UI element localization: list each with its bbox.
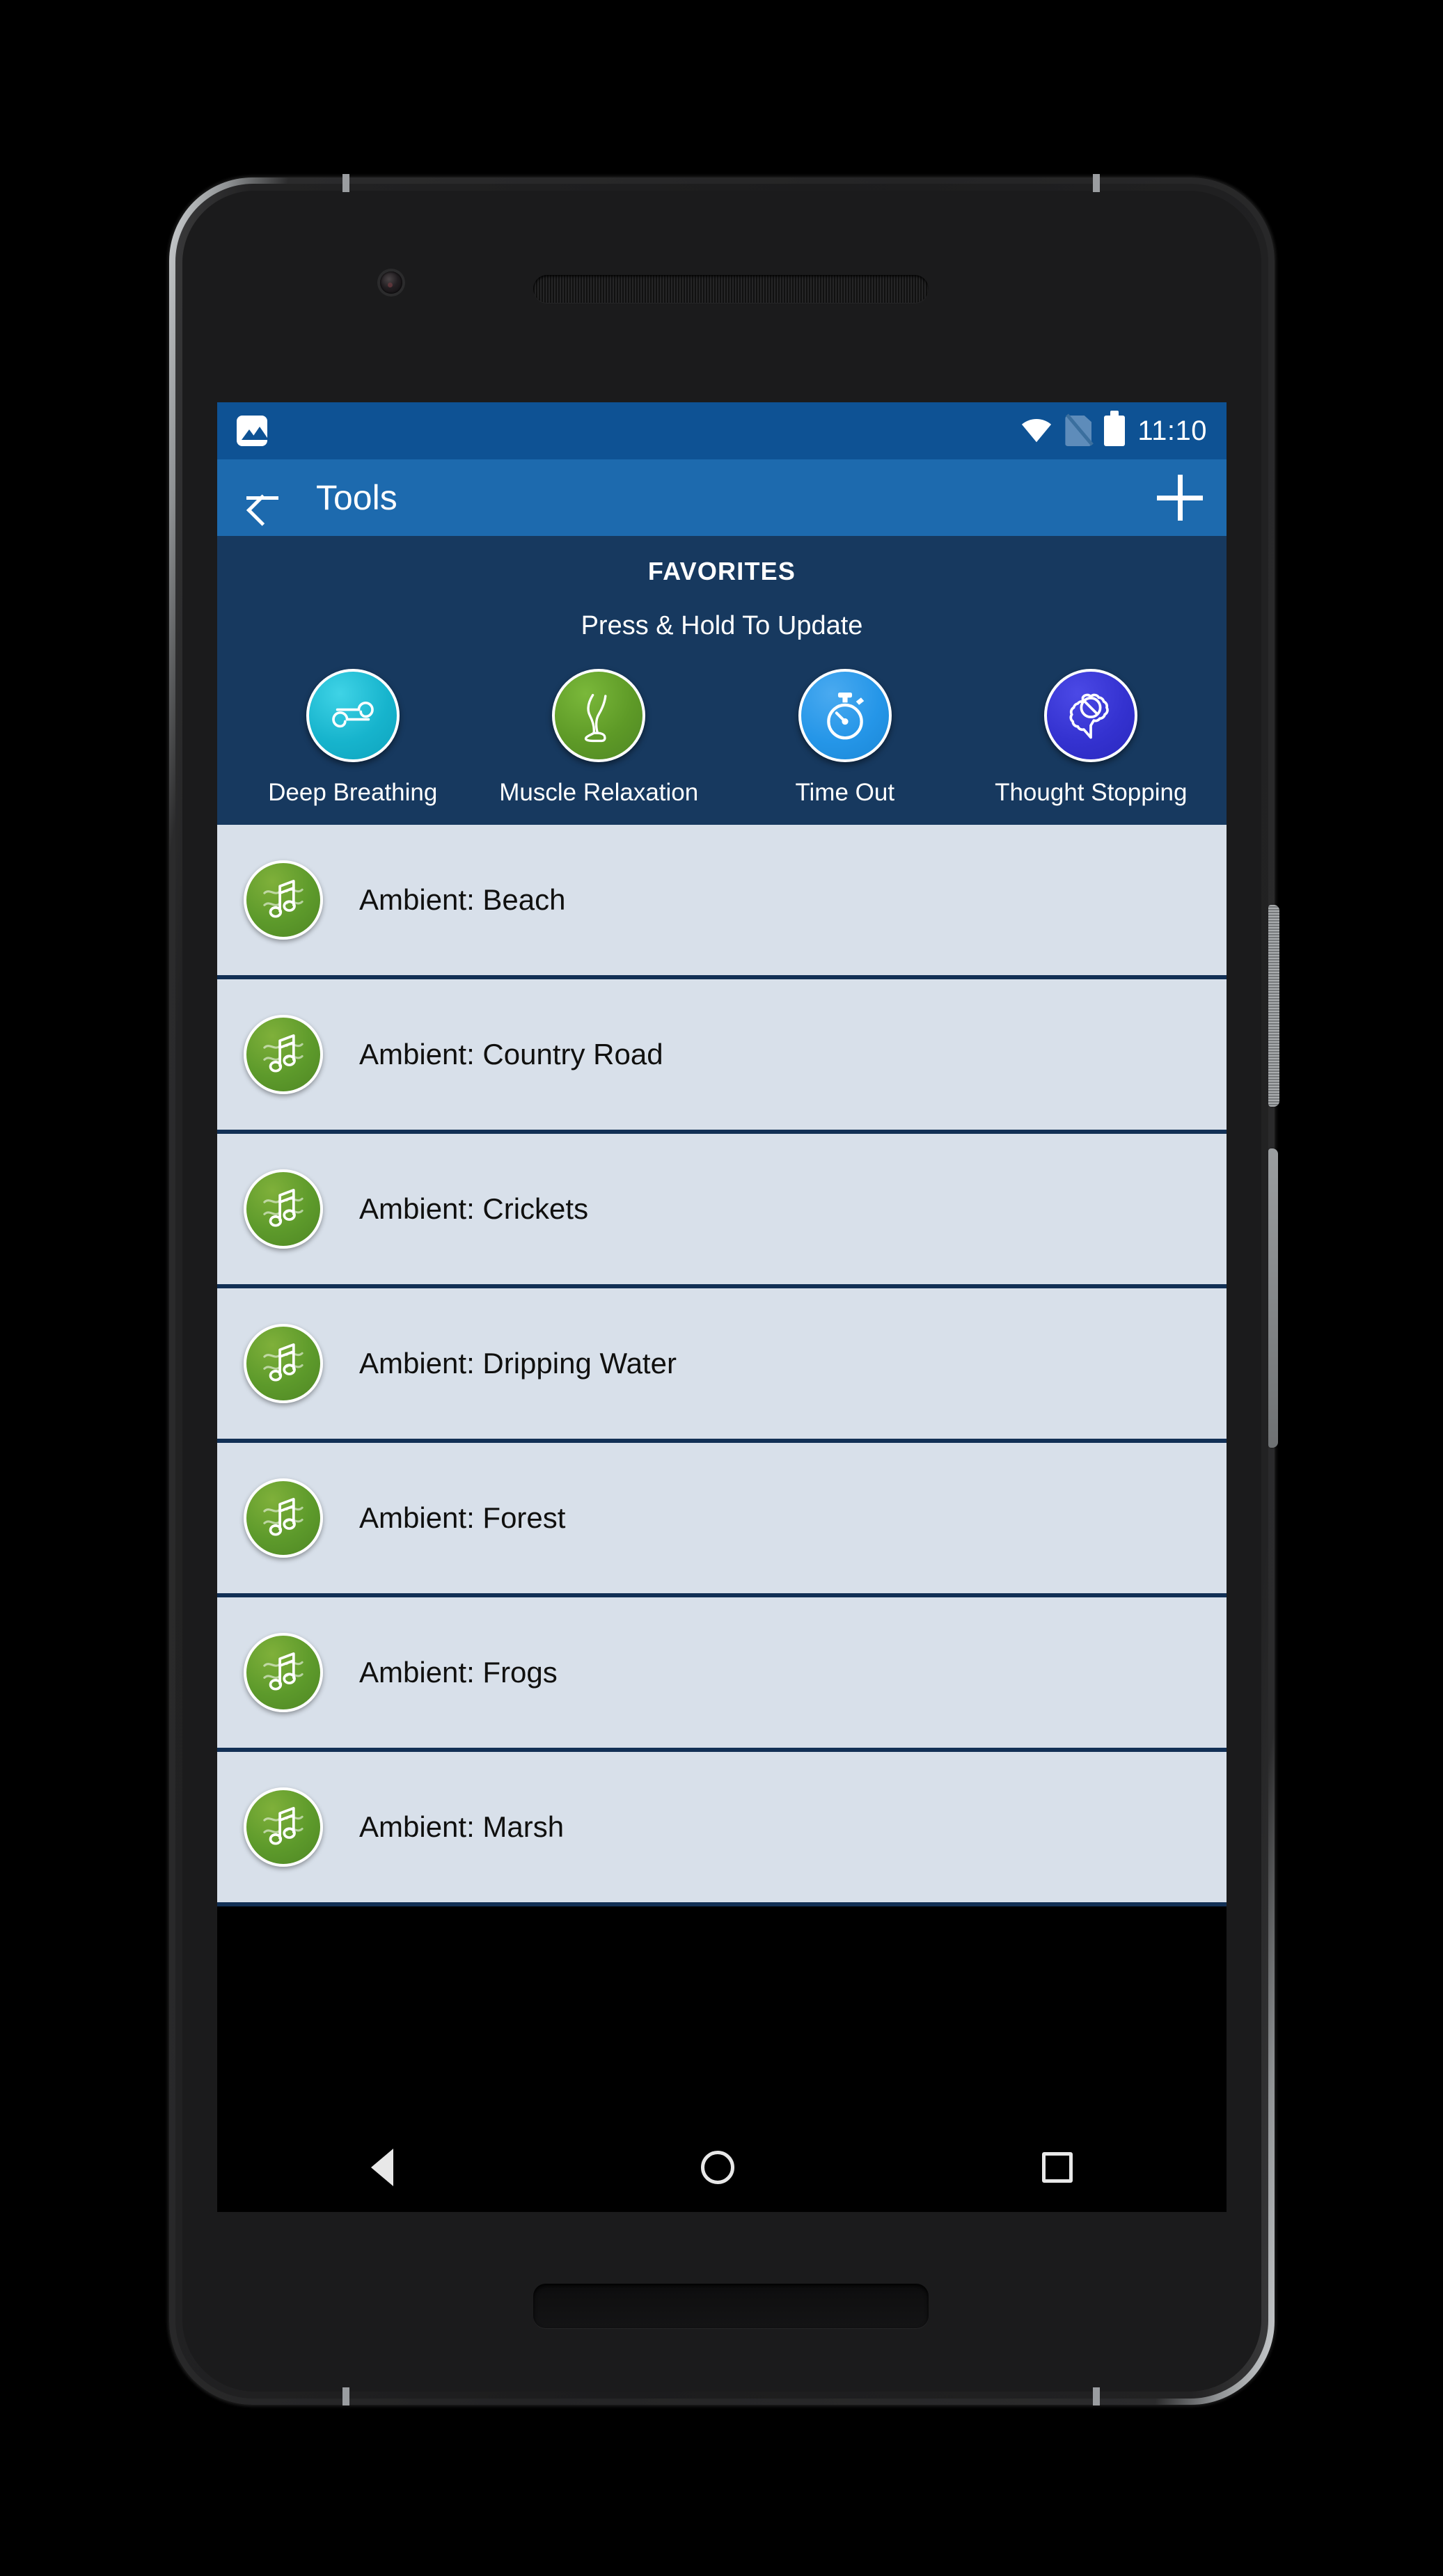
favorite-circle bbox=[306, 669, 400, 762]
list-item[interactable]: Ambient: Beach bbox=[217, 825, 1227, 980]
app-bar: Tools bbox=[217, 459, 1227, 536]
music-note-wave-icon bbox=[263, 1034, 303, 1073]
favorite-label: Deep Breathing bbox=[268, 779, 438, 806]
music-note-wave-icon bbox=[263, 1343, 303, 1382]
stopwatch-timer-icon bbox=[826, 693, 864, 740]
antenna-line-bottom-right bbox=[1093, 2387, 1100, 2405]
tool-list: Ambient: Beach Ambient: Country Road Amb… bbox=[217, 825, 1227, 1907]
list-item-label: Ambient: Forest bbox=[359, 1501, 566, 1535]
earpiece-speaker-icon bbox=[533, 275, 929, 303]
wifi-icon bbox=[1022, 419, 1052, 443]
music-note-wave-icon bbox=[263, 1189, 303, 1227]
antenna-line-top-right bbox=[1093, 174, 1100, 192]
favorite-item-thought-stopping[interactable]: Thought Stopping bbox=[986, 669, 1195, 807]
back-arrow-icon[interactable] bbox=[241, 476, 284, 519]
music-note-wave-icon bbox=[244, 1015, 323, 1095]
music-note-wave-icon bbox=[244, 1787, 323, 1867]
music-note-wave-icon bbox=[263, 1652, 303, 1691]
list-item[interactable]: Ambient: Forest bbox=[217, 1443, 1227, 1598]
battery-full-icon bbox=[1104, 411, 1126, 446]
antenna-line-bottom-left bbox=[342, 2387, 349, 2405]
favorite-circle bbox=[1044, 669, 1138, 762]
music-note-wave-icon bbox=[244, 1633, 323, 1713]
favorite-item-muscle-relaxation[interactable]: Muscle Relaxation bbox=[494, 669, 703, 807]
favorite-circle bbox=[552, 669, 646, 762]
list-item[interactable]: Ambient: Crickets bbox=[217, 1134, 1227, 1289]
bottom-speaker-icon bbox=[533, 2284, 929, 2328]
phone-screen: 11:10 Tools FAVORITES Press & Hold To Up… bbox=[217, 402, 1227, 2212]
music-note-wave-icon bbox=[244, 1169, 323, 1249]
favorite-circle bbox=[798, 669, 892, 762]
favorite-item-time-out[interactable]: Time Out bbox=[741, 669, 949, 807]
antenna-line-top-left bbox=[342, 174, 349, 192]
list-item-label: Ambient: Frogs bbox=[359, 1656, 558, 1689]
favorites-panel: FAVORITES Press & Hold To Update Deep Br… bbox=[217, 536, 1227, 825]
music-note-wave-icon bbox=[263, 880, 303, 918]
status-bar-clock: 11:10 bbox=[1137, 415, 1207, 446]
list-item-label: Ambient: Dripping Water bbox=[359, 1347, 677, 1380]
favorites-heading: FAVORITES bbox=[647, 557, 796, 585]
favorites-row: Deep Breathing Muscle Relaxation Time Ou… bbox=[217, 669, 1227, 807]
status-bar-right: 11:10 bbox=[1020, 411, 1207, 447]
list-item[interactable]: Ambient: Marsh bbox=[217, 1752, 1227, 1907]
favorite-label: Muscle Relaxation bbox=[499, 779, 699, 806]
favorites-subtitle: Press & Hold To Update bbox=[581, 611, 863, 640]
list-item-label: Ambient: Crickets bbox=[359, 1192, 589, 1226]
power-button[interactable] bbox=[1268, 905, 1279, 1107]
no-sim-card-icon bbox=[1065, 413, 1094, 446]
navigation-recents-square-icon[interactable] bbox=[1042, 2152, 1073, 2183]
brain-no-entry-icon bbox=[1069, 693, 1110, 739]
plus-add-icon[interactable] bbox=[1157, 475, 1203, 521]
music-note-wave-icon bbox=[244, 1324, 323, 1404]
leg-muscle-icon bbox=[585, 693, 607, 743]
wind-breath-icon bbox=[331, 701, 374, 728]
list-item[interactable]: Ambient: Frogs bbox=[217, 1597, 1227, 1753]
front-camera-icon bbox=[380, 271, 402, 294]
list-item[interactable]: Ambient: Dripping Water bbox=[217, 1288, 1227, 1444]
list-item-label: Ambient: Marsh bbox=[359, 1810, 565, 1844]
favorite-label: Time Out bbox=[795, 779, 895, 806]
favorite-item-deep-breathing[interactable]: Deep Breathing bbox=[249, 669, 457, 807]
page-title: Tools bbox=[316, 478, 397, 517]
music-note-wave-icon bbox=[263, 1807, 303, 1845]
music-note-wave-icon bbox=[263, 1498, 303, 1536]
navigation-back-triangle-icon[interactable] bbox=[371, 2149, 393, 2186]
list-item-label: Ambient: Beach bbox=[359, 883, 566, 917]
status-bar: 11:10 bbox=[217, 402, 1227, 459]
navigation-home-circle-icon[interactable] bbox=[701, 2151, 734, 2184]
music-note-wave-icon bbox=[244, 1478, 323, 1558]
favorite-label: Thought Stopping bbox=[995, 779, 1188, 806]
list-item-label: Ambient: Country Road bbox=[359, 1038, 663, 1071]
android-navigation-bar bbox=[217, 2123, 1227, 2212]
status-bar-left bbox=[237, 416, 267, 446]
volume-rocker[interactable] bbox=[1268, 1148, 1278, 1448]
music-note-wave-icon bbox=[244, 860, 323, 940]
list-item[interactable]: Ambient: Country Road bbox=[217, 979, 1227, 1135]
screenshot-image-icon bbox=[237, 416, 267, 446]
